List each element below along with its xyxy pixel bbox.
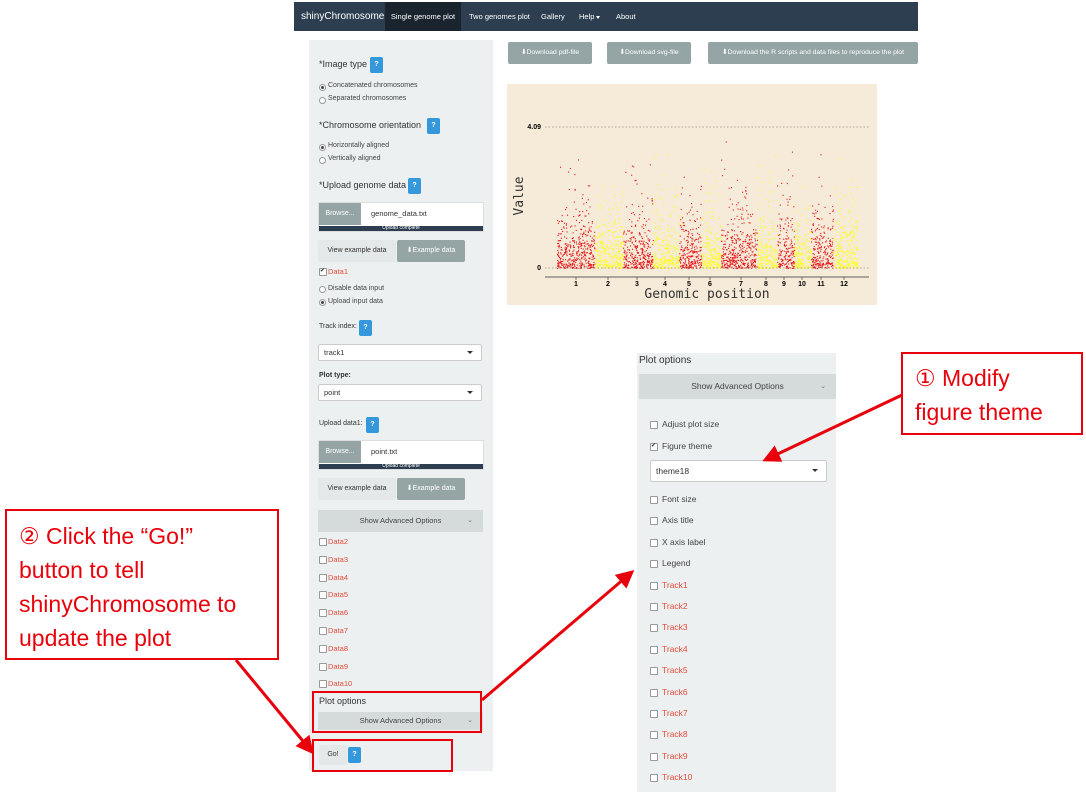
- arrow-to-go: [234, 659, 314, 755]
- annotation-step2-line1: ② Click the “Go!”: [19, 523, 193, 549]
- annotation-step2-line2: button to tell: [19, 557, 145, 583]
- arrow-to-panel: [481, 570, 635, 702]
- annotation-step2-line3: shinyChromosome to: [19, 591, 237, 617]
- annotation-step2-line4: update the plot: [19, 625, 172, 651]
- annotation-step1: ① Modify figure theme: [901, 352, 1083, 435]
- arrow-to-theme: [762, 393, 903, 462]
- annotation-step1-line1: ① Modify: [915, 365, 1010, 391]
- annotation-step1-line2: figure theme: [915, 399, 1043, 425]
- annotation-step2: ② Click the “Go!” button to tell shinyCh…: [5, 509, 279, 660]
